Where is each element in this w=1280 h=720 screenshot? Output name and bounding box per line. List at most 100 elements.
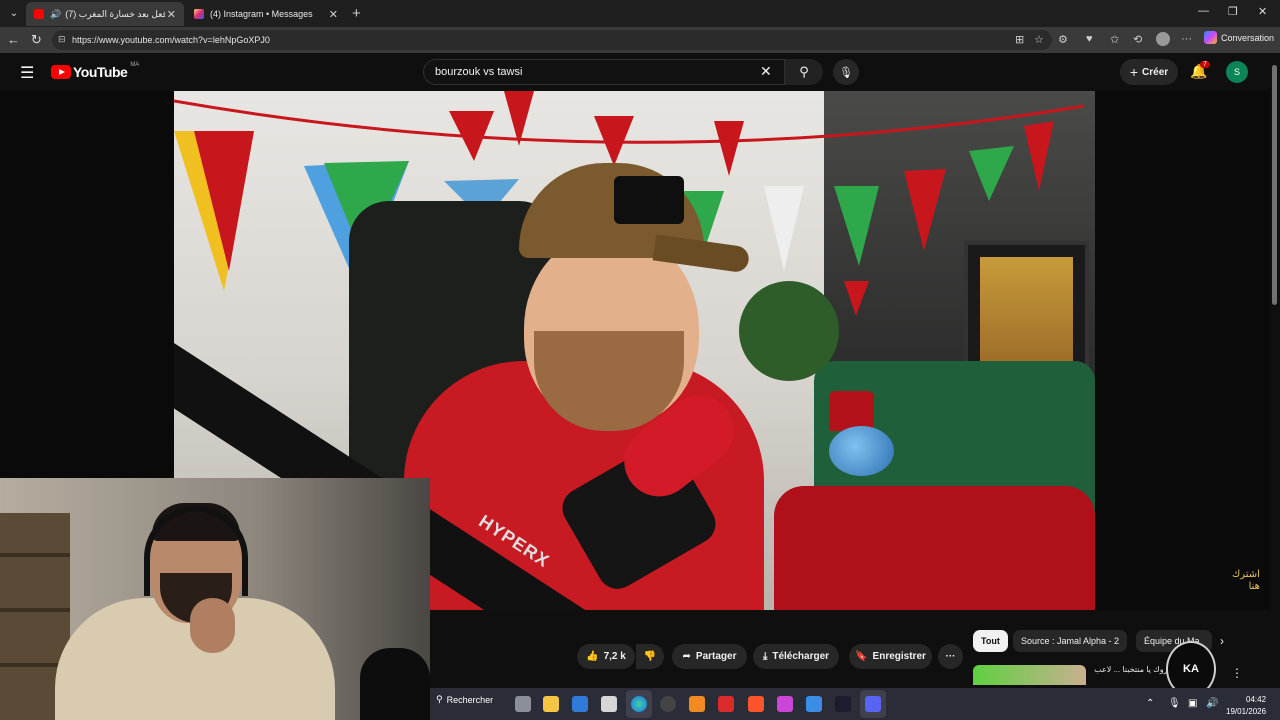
copilot-icon (1204, 31, 1217, 44)
close-tab-icon[interactable]: ✕ (167, 8, 176, 21)
clock-time: 04:42 (1246, 695, 1267, 704)
more-horizontal-icon: ··· (945, 651, 956, 662)
next-app-icon[interactable] (835, 696, 851, 712)
url-field[interactable]: ⊟ https://www.youtube.com/watch?v=lehNpG… (52, 30, 1052, 50)
fez-hat (829, 391, 874, 431)
obs-icon[interactable] (660, 696, 676, 712)
new-tab-plus-icon[interactable]: + (352, 5, 361, 22)
chip-all[interactable]: Tout (973, 630, 1008, 652)
save-label: Enregistrer (872, 651, 926, 662)
save-button[interactable]: 🔖 Enregistrer (849, 644, 932, 669)
youtube-wordmark: YouTube (73, 64, 128, 80)
dislike-button[interactable]: 👎 (636, 644, 664, 669)
recommendation-menu-icon[interactable]: ⋮ (1231, 666, 1243, 680)
site-info-icon[interactable]: ⊟ (58, 34, 66, 45)
volume-icon[interactable]: 🔊 (1206, 698, 1218, 709)
subscribe-overlay[interactable]: اشترك هنا (1232, 569, 1260, 593)
chip-source[interactable]: Source : Jamal Alpha - 2 (1013, 630, 1128, 652)
create-button[interactable]: + Créer (1120, 59, 1178, 85)
thumbs-down-icon: 👎 (643, 651, 657, 662)
discord-icon[interactable] (865, 696, 881, 712)
reactor-microphone (360, 648, 430, 720)
chips-next-chevron-icon[interactable]: › (1220, 634, 1224, 648)
bookmark-icon: 🔖 (855, 651, 868, 662)
share-button[interactable]: ➦ Partager (672, 644, 747, 669)
download-icon: ⤓ (762, 651, 768, 662)
scrollbar-thumb[interactable] (1272, 65, 1277, 305)
tab-actions-chevron-icon[interactable]: ⌄ (3, 4, 25, 24)
notification-count-badge: 7 (1200, 61, 1210, 68)
conversation-label: Conversation (1221, 32, 1275, 43)
instagram-favicon-icon (194, 9, 204, 19)
thumbs-up-icon: 👍 (586, 651, 599, 662)
microphone-icon: 🎙 (839, 66, 853, 79)
clock-date: 19/01/2026 (1226, 707, 1267, 716)
download-button[interactable]: ⤓ Télécharger (753, 644, 839, 669)
network-icon[interactable]: ▣ (1188, 698, 1197, 709)
system-clock[interactable]: 04:42 19/01/2026 (1226, 694, 1266, 718)
taskbar-search[interactable]: ⚲ Rechercher (436, 694, 493, 705)
youtube-favicon-icon (34, 9, 44, 19)
restore-icon[interactable]: ❐ (1228, 5, 1238, 18)
file-explorer-icon[interactable] (543, 696, 559, 712)
like-count: 7,2 k (603, 651, 626, 662)
url-text: https://www.youtube.com/watch?v=lehNpGoX… (72, 35, 270, 45)
brave-icon[interactable] (748, 696, 764, 712)
favorite-star-icon[interactable]: ☆ (1034, 33, 1044, 46)
more-actions-button[interactable]: ··· (938, 644, 963, 669)
favorites-icon[interactable]: ✩ (1110, 33, 1119, 46)
history-icon[interactable]: ⟲ (1133, 33, 1142, 46)
account-avatar[interactable]: S (1226, 61, 1248, 83)
tab-instagram[interactable]: (4) Instagram • Messages ✕ (186, 2, 346, 26)
reload-icon[interactable]: ↻ (31, 32, 42, 48)
tray-chevron-icon[interactable]: ⌃ (1146, 698, 1154, 709)
browser-essentials-icon[interactable]: ♥ (1086, 33, 1093, 45)
store-icon[interactable] (572, 696, 588, 712)
download-label: Télécharger (772, 651, 830, 662)
address-bar-row: ← ↻ ⊟ https://www.youtube.com/watch?v=le… (0, 27, 1280, 53)
speaker-icon[interactable]: 🔊 (50, 9, 61, 20)
app-icon[interactable] (601, 696, 617, 712)
like-button[interactable]: 👍 7,2 k (577, 644, 635, 669)
moroccan-flag-cloth (774, 486, 1095, 610)
office-icon[interactable] (718, 696, 734, 712)
search-input[interactable]: bourzouk vs tawsi (423, 59, 785, 85)
minimize-icon[interactable]: — (1198, 5, 1209, 17)
app-orange-icon[interactable] (689, 696, 705, 712)
share-label: Partager (695, 651, 737, 662)
reactor-hand (190, 598, 235, 653)
share-arrow-icon: ➦ (682, 651, 691, 662)
copilot-conversation-button[interactable]: Conversation (1204, 31, 1274, 44)
youtube-header: ☰ YouTube MA bourzouk vs tawsi ✕ ⚲ 🎙 + C… (0, 53, 1280, 91)
tab-title: (4) Instagram • Messages (210, 9, 313, 19)
create-label: Créer (1142, 66, 1169, 78)
back-arrow-icon[interactable]: ← (7, 32, 20, 47)
desk-globe (829, 426, 894, 476)
search-button[interactable]: ⚲ (785, 59, 823, 85)
youtube-logo[interactable]: YouTube MA (51, 62, 140, 80)
extensions-icon[interactable]: ⚙ (1058, 33, 1068, 46)
windows-taskbar: ⚲ Rechercher ⌃ 🎙 ▣ 🔊 04:42 19/01/2026 (430, 688, 1280, 720)
voice-search-button[interactable]: 🎙 (833, 59, 859, 85)
app-install-icon[interactable]: ⊞ (1015, 33, 1024, 46)
app-blue-icon[interactable] (806, 696, 822, 712)
close-window-icon[interactable]: ✕ (1258, 5, 1267, 18)
country-code: MA (130, 62, 140, 68)
task-view-icon[interactable] (515, 696, 531, 712)
cap-patch (614, 176, 684, 224)
app-purple-icon[interactable] (777, 696, 793, 712)
microphone-tray-icon[interactable]: 🎙 (1168, 698, 1181, 709)
close-tab-icon[interactable]: ✕ (329, 8, 338, 21)
edge-browser-icon[interactable] (631, 696, 647, 712)
menu-hamburger-icon[interactable]: ☰ (20, 63, 34, 83)
webcam-overlay (0, 478, 430, 720)
browser-tab-strip: ⌄ 🔊 (7) ردة فعل بعد خسارة المغرب ✕ (4) I… (0, 0, 1280, 27)
profile-icon[interactable] (1156, 32, 1170, 46)
search-query: bourzouk vs tawsi (435, 66, 523, 78)
page-scrollbar[interactable] (1270, 53, 1280, 687)
search-icon: ⚲ (436, 694, 443, 704)
tab-youtube[interactable]: 🔊 (7) ردة فعل بعد خسارة المغرب ✕ (26, 2, 184, 26)
recommendation-thumbnail[interactable] (973, 665, 1086, 685)
clear-search-icon[interactable]: ✕ (760, 63, 772, 80)
more-menu-icon[interactable]: ··· (1181, 33, 1192, 45)
